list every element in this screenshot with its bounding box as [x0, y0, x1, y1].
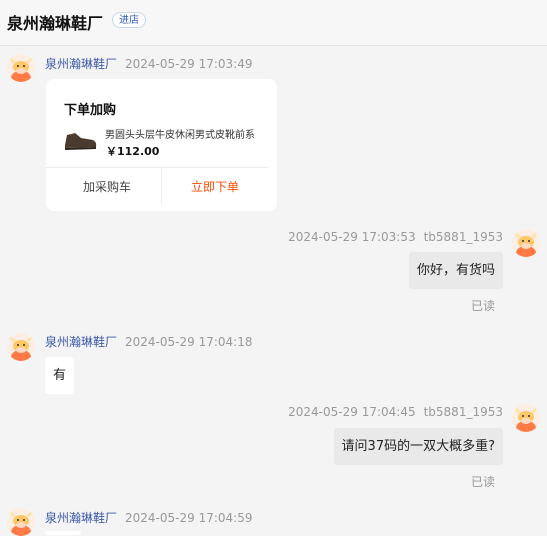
product-card-title: 下单加购 — [64, 103, 117, 118]
add-to-cart-button[interactable]: 加采购车 — [83, 178, 131, 195]
read-status: 已读 — [470, 299, 495, 313]
message-time: 2024-05-29 17:03:49 — [125, 57, 253, 71]
product-name[interactable]: 男圆头头层牛皮休闲男式皮靴前系 — [105, 126, 265, 141]
read-status: 已读 — [470, 475, 495, 489]
message-bubble[interactable]: 你好，有货吗 — [408, 252, 503, 289]
buyer-avatar[interactable] — [512, 404, 540, 432]
message-time: 2024-05-29 17:04:59 — [125, 511, 253, 525]
cow-mascot-icon — [10, 511, 32, 536]
card-divider — [46, 167, 269, 168]
sender-nickname[interactable]: 泉州瀚琳鞋厂 — [45, 335, 117, 349]
cow-mascot-icon — [515, 232, 537, 257]
sender-nickname[interactable]: tb5881_1953 — [424, 230, 503, 244]
cow-mascot-icon — [10, 336, 32, 361]
shop-name: 泉州瀚琳鞋厂 — [7, 14, 104, 33]
boot-thumbnail[interactable] — [61, 123, 99, 153]
cow-mascot-icon — [10, 57, 32, 82]
message-bubble[interactable]: 有 — [45, 357, 75, 394]
seller-avatar[interactable] — [7, 54, 35, 82]
seller-avatar[interactable] — [7, 333, 35, 361]
buyer-avatar[interactable] — [512, 229, 540, 257]
sender-nickname[interactable]: 泉州瀚琳鞋厂 — [45, 511, 117, 525]
message-time: 2024-05-29 17:04:45 — [288, 405, 416, 419]
message-time: 2024-05-29 17:03:53 — [288, 230, 416, 244]
message-meta: 泉州瀚琳鞋厂 2024-05-29 17:03:49 — [45, 55, 252, 72]
chat-header: 泉州瀚琳鞋厂 进店 — [0, 0, 547, 46]
message-meta: 2024-05-29 17:03:53 tb5881_1953 — [288, 230, 503, 244]
product-price: ￥112.00 — [106, 145, 160, 158]
message-bubble[interactable] — [45, 531, 81, 535]
sender-nickname[interactable]: tb5881_1953 — [424, 405, 503, 419]
message-bubble[interactable]: 请问37码的一双大概多重? — [333, 428, 503, 465]
card-button-divider — [161, 168, 162, 204]
message-time: 2024-05-29 17:04:18 — [125, 335, 253, 349]
order-now-button[interactable]: 立即下单 — [191, 178, 239, 195]
sender-nickname[interactable]: 泉州瀚琳鞋厂 — [45, 57, 117, 71]
product-card: 下单加购 男圆头头层牛皮休闲男式皮靴前系 ￥112.00 加采购车 立即下单 — [46, 79, 277, 211]
message-meta: 2024-05-29 17:04:45 tb5881_1953 — [288, 405, 503, 419]
cow-mascot-icon — [515, 407, 537, 432]
enter-shop-button[interactable]: 进店 — [112, 12, 146, 28]
message-meta: 泉州瀚琳鞋厂 2024-05-29 17:04:59 — [45, 509, 252, 526]
message-meta: 泉州瀚琳鞋厂 2024-05-29 17:04:18 — [45, 333, 252, 350]
seller-avatar[interactable] — [7, 508, 35, 536]
